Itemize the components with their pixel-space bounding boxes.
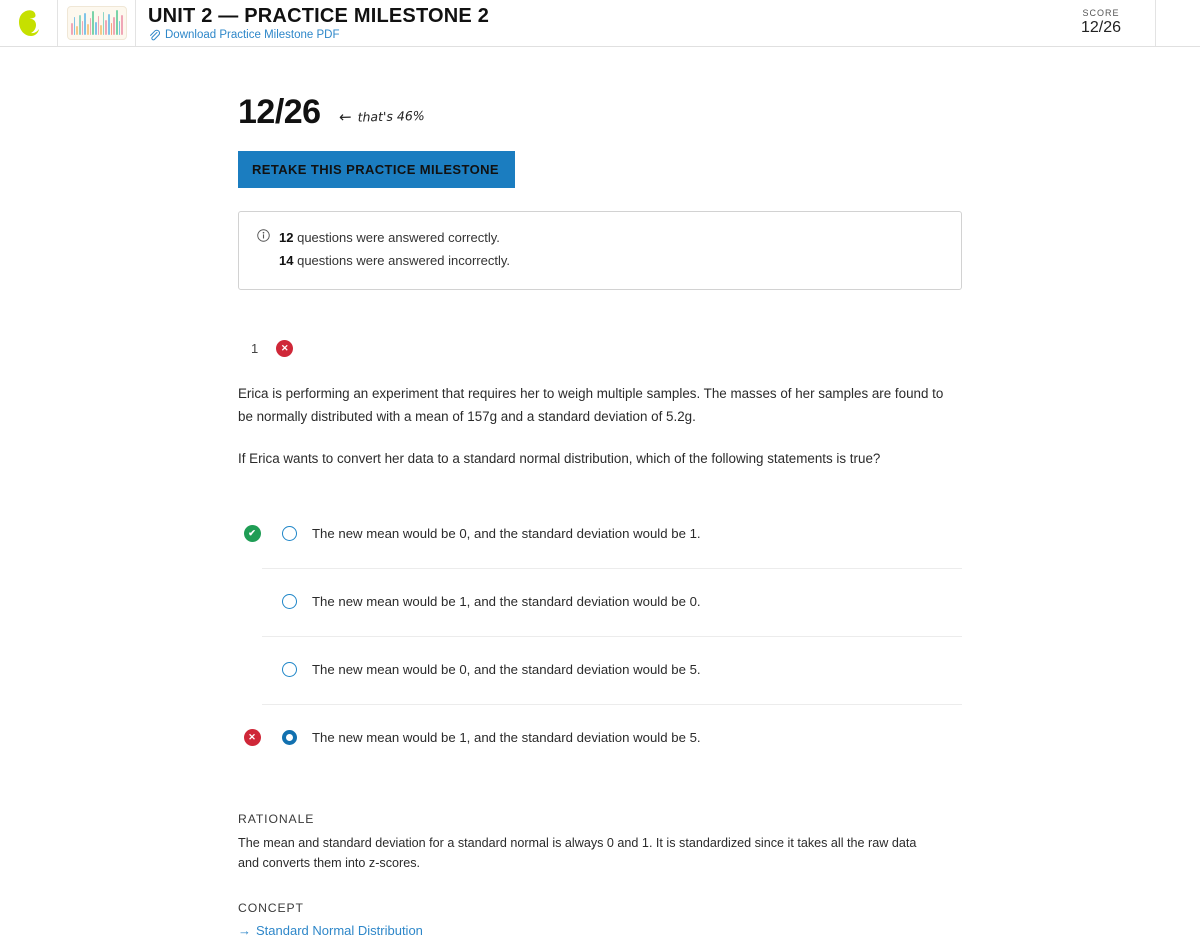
sophia-logo (18, 9, 40, 37)
question-text: Erica is performing an experiment that r… (238, 382, 950, 470)
option-row: The new mean would be 0, and the standar… (238, 636, 962, 704)
paperclip-icon (148, 29, 160, 41)
option-2-label: The new mean would be 1, and the standar… (312, 594, 701, 609)
radio-button[interactable] (282, 594, 297, 609)
x-circle-icon: ✕ (244, 729, 261, 746)
concept-link-label: Standard Normal Distribution (256, 923, 423, 938)
option-4-radio-cell[interactable] (266, 730, 312, 745)
option-2-radio-cell[interactable] (266, 594, 312, 609)
score-annotation: ← that's 46% (338, 108, 424, 125)
annotation-text: that's 46% (357, 108, 424, 125)
download-pdf-link[interactable]: Download Practice Milestone PDF (148, 29, 1051, 41)
app-header: UNIT 2 — PRACTICE MILESTONE 2 Download P… (0, 0, 1200, 47)
logo-cell[interactable] (0, 0, 58, 46)
option-3-label: The new mean would be 0, and the standar… (312, 662, 701, 677)
radio-button[interactable] (282, 662, 297, 677)
info-row: 12 questions were answered correctly. 14… (257, 227, 943, 273)
download-pdf-label: Download Practice Milestone PDF (165, 29, 340, 41)
header-title-cell: UNIT 2 — PRACTICE MILESTONE 2 Download P… (136, 0, 1051, 46)
option-row: ✕ The new mean would be 1, and the stand… (238, 704, 962, 772)
score-label: SCORE (1082, 8, 1119, 18)
info-text-lines: 12 questions were answered correctly. 14… (279, 227, 510, 273)
answer-option-4[interactable]: ✕ The new mean would be 1, and the stand… (238, 704, 962, 772)
radio-button[interactable] (282, 526, 297, 541)
content-wrap: 12/26 ← that's 46% RETAKE THIS PRACTICE … (238, 95, 962, 940)
result-score-row: 12/26 ← that's 46% (238, 95, 962, 129)
x-circle-icon: ✕ (276, 340, 293, 357)
answer-option-2[interactable]: The new mean would be 1, and the standar… (238, 568, 962, 636)
thumbnail-cell (58, 0, 136, 46)
incorrect-line: 14 questions were answered incorrectly. (279, 250, 510, 273)
question-header: 1 ✕ (238, 338, 962, 360)
option-3-radio-cell[interactable] (266, 662, 312, 677)
correct-text: questions were answered correctly. (297, 230, 500, 245)
header-spacer (1156, 0, 1200, 46)
answer-options: ✔ The new mean would be 0, and the stand… (238, 500, 962, 772)
header-score: SCORE 12/26 (1051, 0, 1156, 46)
info-icon (257, 229, 270, 242)
annotation-arrow-icon: ← (338, 110, 351, 125)
answer-option-1[interactable]: ✔ The new mean would be 0, and the stand… (238, 500, 962, 568)
option-row: The new mean would be 1, and the standar… (238, 568, 962, 636)
main-content: 12/26 ← that's 46% RETAKE THIS PRACTICE … (0, 47, 1200, 940)
incorrect-text: questions were answered incorrectly. (297, 253, 510, 268)
correct-count: 12 (279, 230, 293, 245)
concept-section: CONCEPT → Standard Normal Distribution (238, 901, 962, 940)
question-number: 1 (251, 341, 258, 356)
correct-line: 12 questions were answered correctly. (279, 227, 510, 250)
option-1-label: The new mean would be 0, and the standar… (312, 526, 701, 541)
rationale-text: The mean and standard deviation for a st… (238, 833, 938, 874)
rationale-section: RATIONALE The mean and standard deviatio… (238, 812, 962, 940)
option-4-marker: ✕ (238, 729, 266, 746)
bar-chart-thumbnail (67, 6, 127, 40)
option-1-marker: ✔ (238, 525, 266, 542)
result-score: 12/26 (238, 95, 321, 129)
page-title: UNIT 2 — PRACTICE MILESTONE 2 (148, 6, 1051, 27)
answer-option-3[interactable]: The new mean would be 0, and the standar… (238, 636, 962, 704)
question-paragraph-2: If Erica wants to convert her data to a … (238, 447, 950, 470)
rationale-label: RATIONALE (238, 812, 962, 826)
concept-link[interactable]: → Standard Normal Distribution (238, 923, 423, 938)
incorrect-count: 14 (279, 253, 293, 268)
concept-label: CONCEPT (238, 901, 962, 915)
check-circle-icon: ✔ (244, 525, 261, 542)
option-row: ✔ The new mean would be 0, and the stand… (238, 500, 962, 568)
arrow-right-icon: → (238, 923, 251, 938)
question-paragraph-1: Erica is performing an experiment that r… (238, 382, 950, 428)
results-info-box: 12 questions were answered correctly. 14… (238, 211, 962, 290)
score-value: 12/26 (1081, 18, 1121, 37)
radio-button-selected[interactable] (282, 730, 297, 745)
retake-button[interactable]: RETAKE THIS PRACTICE MILESTONE (238, 151, 515, 188)
option-1-radio-cell[interactable] (266, 526, 312, 541)
question-block: 1 ✕ Erica is performing an experiment th… (238, 338, 962, 940)
option-4-label: The new mean would be 1, and the standar… (312, 730, 701, 745)
